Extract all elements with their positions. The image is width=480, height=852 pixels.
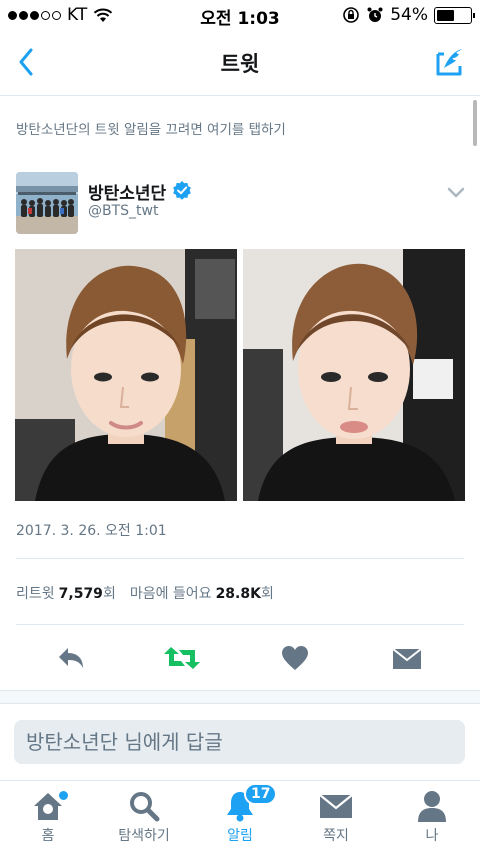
avatar[interactable]	[16, 172, 78, 234]
reply-button[interactable]	[51, 640, 91, 676]
mail-icon	[392, 648, 422, 669]
retweets-count: 7,579	[58, 586, 103, 602]
tab-bar: 홈 탐색하기 17 알림 쪽지 나	[0, 780, 480, 852]
mail-icon	[318, 789, 354, 823]
tab-me[interactable]: 나	[384, 789, 480, 851]
count-suffix: 회	[102, 586, 116, 602]
battery-level	[437, 9, 455, 21]
search-icon	[126, 789, 162, 823]
reply-input[interactable]	[14, 720, 465, 764]
alarm-icon	[367, 7, 383, 22]
likes-stat[interactable]: 마음에 들어요 28.8K회	[130, 583, 274, 603]
new-content-dot	[59, 791, 68, 800]
heart-icon	[282, 646, 308, 670]
notification-badge: 17	[244, 783, 278, 805]
selfie-photo-2	[243, 249, 465, 501]
tweet-actions	[0, 640, 480, 676]
orientation-lock-icon	[343, 7, 360, 23]
likes-count: 28.8K	[215, 586, 261, 602]
home-icon	[30, 789, 68, 823]
retweet-icon	[164, 647, 200, 669]
tab-messages[interactable]: 쪽지	[288, 789, 384, 851]
tab-label: 쪽지	[323, 828, 349, 844]
retweets-label: 리트윗	[16, 586, 55, 602]
status-right: 54%	[342, 5, 475, 25]
divider	[16, 558, 464, 559]
reply-icon	[59, 648, 83, 668]
verified-badge-icon	[173, 181, 191, 200]
tab-label: 알림	[227, 828, 253, 844]
tweet-photo-1[interactable]	[15, 249, 237, 501]
tab-label: 홈	[41, 828, 55, 844]
compose-tweet-button[interactable]	[430, 42, 470, 82]
retweet-button[interactable]	[162, 640, 202, 676]
section-separator	[0, 690, 480, 704]
battery-icon	[434, 6, 475, 24]
direct-message-button[interactable]	[387, 640, 427, 676]
like-button[interactable]	[275, 640, 315, 676]
nav-bar: 트윗	[0, 30, 480, 96]
tab-label: 탐색하기	[118, 828, 170, 844]
likes-label: 마음에 들어요	[129, 586, 212, 602]
count-suffix: 회	[260, 586, 274, 602]
tab-home[interactable]: 홈	[0, 789, 96, 851]
display-name[interactable]: 방탄소년단	[88, 179, 166, 204]
bell-icon: 17	[222, 783, 278, 823]
tweet-stats: 리트윗 7,579회 마음에 들어요 28.8K회	[16, 583, 274, 603]
status-bar: KT 오전 1:03 54%	[0, 0, 480, 30]
bts-group-photo-thumbnail	[16, 172, 78, 234]
tweet-notification-toggle-link[interactable]: 방탄소년단의 트윗 알림을 끄려면 여기를 탭하기	[16, 118, 286, 138]
tab-explore[interactable]: 탐색하기	[96, 789, 192, 851]
scrollbar[interactable]	[473, 100, 477, 146]
compose-icon	[436, 49, 462, 76]
tweet-photo-2[interactable]	[243, 249, 465, 501]
retweets-stat[interactable]: 리트윗 7,579회	[16, 583, 116, 603]
user-handle[interactable]: @BTS_twt	[88, 203, 158, 219]
chevron-down-icon[interactable]	[446, 186, 466, 200]
page-title: 트윗	[220, 52, 260, 76]
tweet-timestamp: 2017. 3. 26. 오전 1:01	[16, 523, 167, 539]
selfie-photo-1	[15, 249, 237, 501]
tab-notifications[interactable]: 17 알림	[192, 783, 288, 851]
battery-percent: 54%	[390, 5, 428, 25]
divider	[16, 624, 464, 625]
person-icon	[414, 789, 450, 823]
tab-label: 나	[425, 828, 439, 844]
